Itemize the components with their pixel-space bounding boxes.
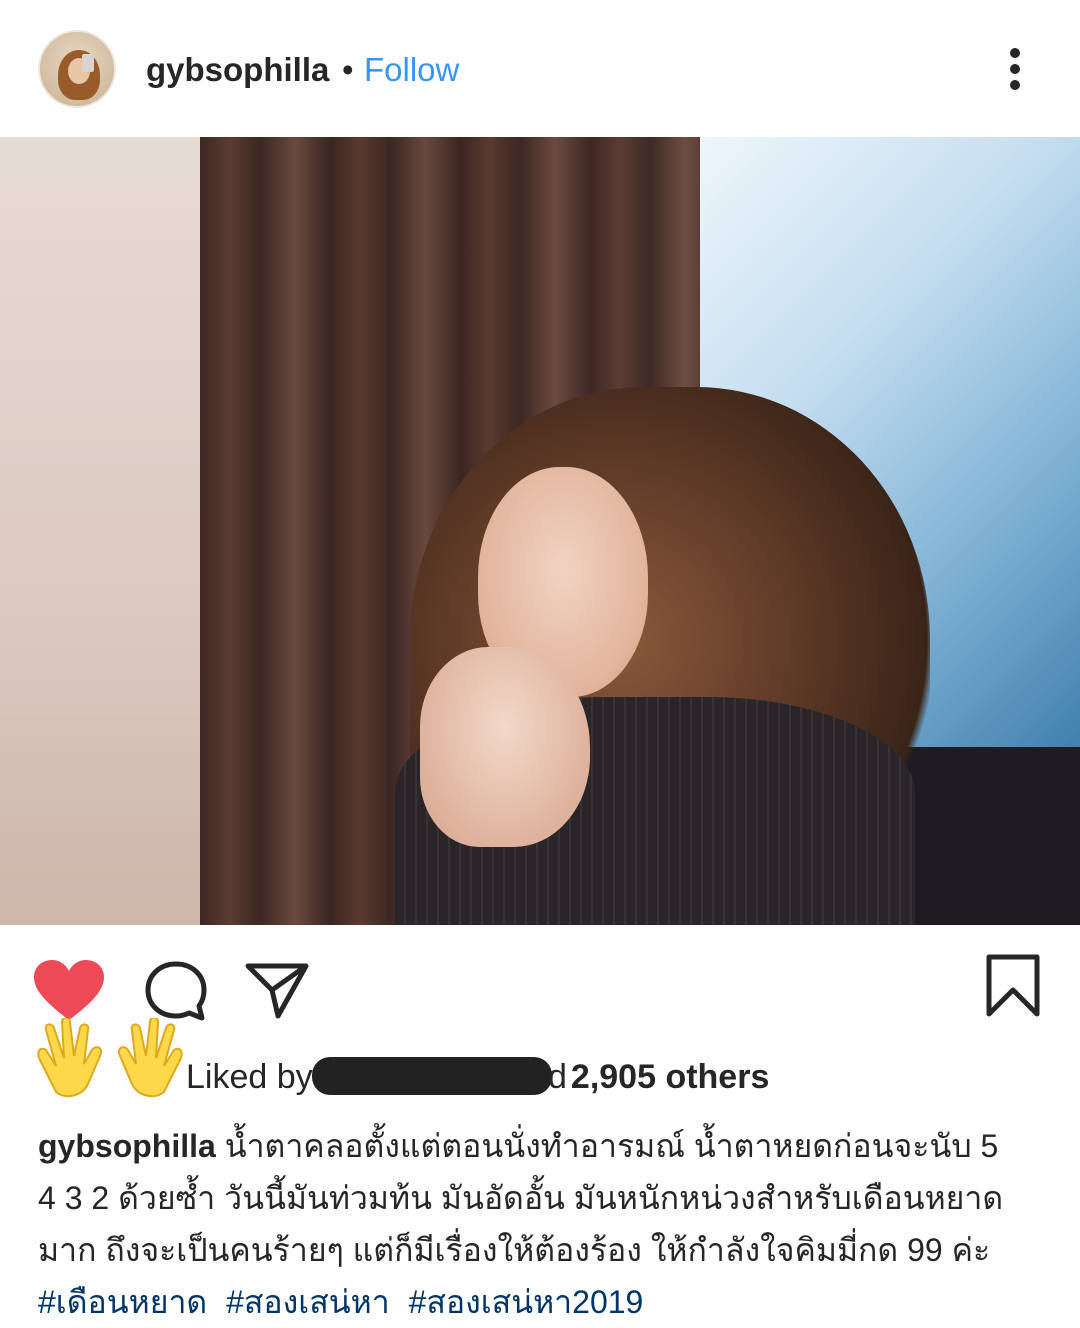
hashtag-link[interactable]: #สองเสน่หา2019 [409, 1284, 644, 1320]
caption-line-3: มาก ถึงจะเป็นคนร้ายๆ แต่ก็มีเรื่องให้ต้อ… [38, 1232, 991, 1268]
photo-hands [420, 647, 590, 847]
likes-count-text: 2,905 others [570, 1058, 770, 1096]
raised-hands-emoji [37, 1018, 183, 1098]
post-caption: gybsophilla น้ำตาคลอตั้งแต่ตอนนั่งทำอารม… [38, 1120, 1048, 1328]
separator-dot: • [342, 51, 354, 88]
avatar[interactable] [38, 30, 116, 108]
more-options-icon[interactable] [1000, 44, 1032, 94]
post-photo[interactable] [0, 137, 1080, 925]
share-icon[interactable] [244, 958, 310, 1022]
avatar-phone [82, 54, 94, 72]
bookmark-icon[interactable] [985, 954, 1041, 1018]
likes-count[interactable]: d 2,905 others [548, 1057, 769, 1097]
hashtag-link[interactable]: #สองเสน่หา [226, 1284, 390, 1320]
heart-icon[interactable] [34, 960, 104, 1022]
redacted-username [312, 1057, 552, 1095]
caption-username[interactable]: gybsophilla [38, 1128, 216, 1164]
likes-connector: d [548, 1058, 567, 1096]
follow-button[interactable]: Follow [364, 50, 459, 90]
caption-line-1: น้ำตาคลอตั้งแต่ตอนนั่งทำอารมณ์ น้ำตาหยดก… [224, 1128, 999, 1164]
comment-icon[interactable] [144, 960, 208, 1024]
caption-hashtags: #เดือนหยาด #สองเสน่หา #สองเสน่หา2019 [38, 1276, 1048, 1328]
post-username[interactable]: gybsophilla [146, 50, 329, 90]
photo-wall [0, 137, 200, 925]
hashtag-link[interactable]: #เดือนหยาด [38, 1284, 207, 1320]
liked-by-label: Liked by [186, 1058, 313, 1096]
post-header: gybsophilla • Follow [0, 0, 1080, 137]
caption-line-2: 4 3 2 ด้วยซ้ำ วันนี้มันท่วมท้น มันอัดอั้… [38, 1180, 1004, 1216]
